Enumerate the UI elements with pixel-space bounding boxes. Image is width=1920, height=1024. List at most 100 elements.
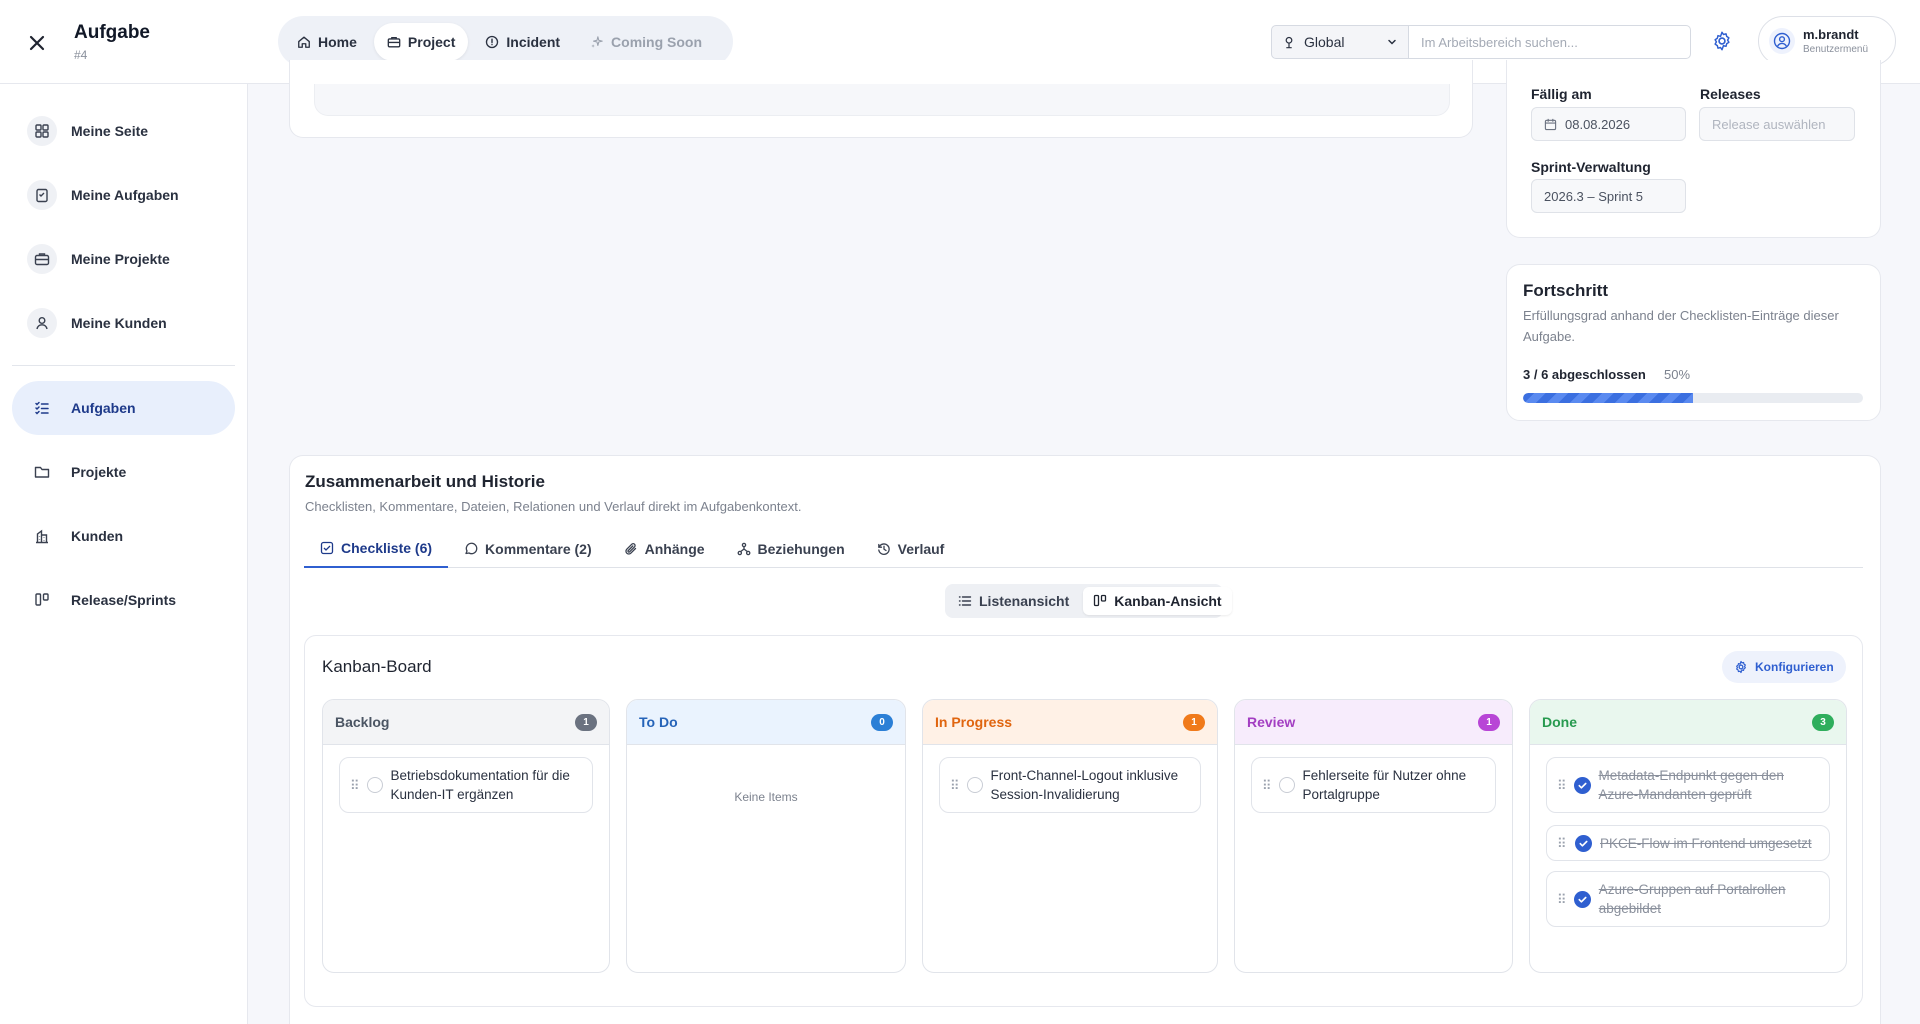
checkbox-checked-icon[interactable] [1573,890,1591,908]
kanban-column-count-badge: 1 [1183,713,1205,731]
details-card-inner [314,84,1450,116]
tab-label: Kommentare (2) [485,541,592,557]
progress-title: Fortschritt [1523,281,1608,300]
sidebar-item-meine-kunden[interactable]: Meine Kunden [12,296,235,350]
kanban-column-count-badge: 1 [1478,713,1500,731]
nav-project[interactable]: Project [373,22,469,61]
checkbox-checked-icon[interactable] [1575,834,1592,852]
chevron-down-icon [1388,39,1396,45]
sidebar-item-label: Meine Kunden [71,315,167,331]
kanban-view-label: Kanban-Ansicht [1114,593,1222,609]
kanban-card-text: Metadata-Endpunkt gegen den Azure-Mandan… [1598,768,1784,802]
nav-coming-soon[interactable]: Coming Soon [577,23,715,61]
user-icon [27,308,57,338]
checkbox-icon [320,541,334,555]
kanban-column-header: Review 1 [1235,700,1512,745]
user-name: m.brandt [1803,27,1859,42]
progress-status: 3 / 6 abgeschlossen [1523,367,1646,382]
tab-anhaenge[interactable]: Anhänge [608,530,721,568]
history-icon [877,543,890,555]
close-button[interactable] [20,26,54,60]
sidebar-divider [12,365,235,366]
sidebar-item-label: Projekte [71,464,127,480]
alert-circle-icon [486,35,499,48]
collab-subtitle: Checklisten, Kommentare, Dateien, Relati… [305,499,802,514]
nav-coming-soon-label: Coming Soon [611,33,703,50]
checkbox-unchecked-icon[interactable] [1278,777,1295,793]
tab-kommentare[interactable]: Kommentare (2) [448,530,608,568]
kanban-card[interactable]: ⠿ PKCE-Flow im Frontend umgesetzt [1546,825,1830,861]
search-input[interactable] [1409,25,1691,59]
sprint-select[interactable]: 2026.3 – Sprint 5 [1531,179,1686,213]
collab-tabs: Checkliste (6) Kommentare (2) Anhänge Be… [304,530,1863,568]
kanban-column-count-badge: 3 [1812,713,1834,731]
kanban-column-title: To Do [639,714,678,730]
kanban-column-header: In Progress 1 [923,700,1217,745]
kanban-column-title: Backlog [335,714,390,730]
page-subtitle: #4 [74,48,88,62]
briefcase-icon [387,36,401,47]
kanban-column-title: In Progress [935,714,1013,730]
nav-home[interactable]: Home [284,23,370,61]
gear-icon [1736,660,1746,674]
sidebar-item-meine-projekte[interactable]: Meine Projekte [12,232,235,286]
tab-beziehungen[interactable]: Beziehungen [721,530,861,568]
kanban-card[interactable]: ⠿ Front-Channel-Logout inklusive Session-… [939,757,1201,813]
checklist-icon [27,393,57,423]
sidebar-item-release-sprints[interactable]: Release/Sprints [12,573,235,627]
kanban-card[interactable]: ⠿ Betriebsdokumentation für die Kunden-IT… [339,757,593,813]
sidebar-item-label: Kunden [71,528,124,544]
sparkles-icon [591,35,603,48]
list-view-button[interactable]: Listenansicht [948,587,1079,615]
kanban-card[interactable]: ⠿ Metadata-Endpunkt gegen den Azure-Manda… [1546,757,1830,813]
kanban-column-in-progress: In Progress 1 ⠿ Front-Channel-Logout inklus… [922,699,1218,973]
kanban-card-text: Betriebsdokumentation für die Kunden-IT … [390,768,570,802]
kanban-view-button[interactable]: Kanban-Ansicht [1083,587,1232,615]
drag-handle-icon[interactable]: ⠿ [1557,776,1566,795]
configure-label: Konfigurieren [1755,660,1834,674]
releases-select[interactable]: Release auswählen [1699,107,1855,141]
user-menu[interactable]: m.brandt Benutzermenü [1758,16,1896,66]
kanban-title: Kanban-Board [322,657,432,676]
sidebar-item-projekte[interactable]: Projekte [12,445,235,499]
gear-icon [1714,31,1730,51]
avatar [1769,28,1795,54]
checkbox-checked-icon[interactable] [1573,776,1591,794]
building-icon [27,521,57,551]
progress-bar [1523,393,1863,403]
sidebar-item-kunden[interactable]: Kunden [12,509,235,563]
sidebar-item-meine-seite[interactable]: Meine Seite [12,104,235,158]
kanban-card-text: PKCE-Flow im Frontend umgesetzt [1600,835,1812,851]
relations-icon [737,542,750,556]
nav-incident[interactable]: Incident [472,23,573,61]
list-icon [958,596,972,606]
kanban-column-backlog: Backlog 1 ⠿ Betriebsdokumentation für die K… [322,699,610,973]
user-role: Benutzermenü [1803,44,1869,55]
due-date-field[interactable]: 08.08.2026 [1531,107,1686,141]
scope-select[interactable]: Global [1271,25,1409,59]
tab-verlauf[interactable]: Verlauf [861,530,961,568]
drag-handle-icon[interactable]: ⠿ [1262,776,1271,795]
kanban-column-title: Done [1542,714,1577,730]
sidebar-item-label: Aufgaben [71,400,136,416]
drag-handle-icon[interactable]: ⠿ [1557,834,1567,853]
tab-checkliste[interactable]: Checkliste (6) [304,530,449,568]
drag-handle-icon[interactable]: ⠿ [950,776,959,795]
configure-button[interactable]: Konfigurieren [1722,651,1846,683]
kanban-card[interactable]: ⠿ Azure-Gruppen auf Portalrollen abgebild… [1546,871,1830,927]
kanban-card[interactable]: ⠿ Fehlerseite für Nutzer ohne Portalgrupp… [1251,757,1496,813]
kanban-column-review: Review 1 ⠿ Fehlerseite für Nutzer ohne Port… [1234,699,1513,973]
due-date-value: 08.08.2026 [1565,116,1631,132]
kanban-icon [1094,594,1107,607]
kanban-column-done: Done 3 ⠿ Metadata-Endpunkt gegen den Azure-… [1529,699,1847,973]
drag-handle-icon[interactable]: ⠿ [350,776,359,795]
tab-label: Beziehungen [757,541,845,557]
briefcase-icon [27,244,57,274]
checkbox-unchecked-icon[interactable] [966,777,983,793]
sidebar-item-aufgaben[interactable]: Aufgaben [12,381,235,435]
sidebar-item-meine-aufgaben[interactable]: Meine Aufgaben [12,168,235,222]
list-view-label: Listenansicht [979,593,1070,609]
settings-button[interactable] [1711,30,1733,52]
checkbox-unchecked-icon[interactable] [366,777,383,793]
drag-handle-icon[interactable]: ⠿ [1557,890,1566,909]
